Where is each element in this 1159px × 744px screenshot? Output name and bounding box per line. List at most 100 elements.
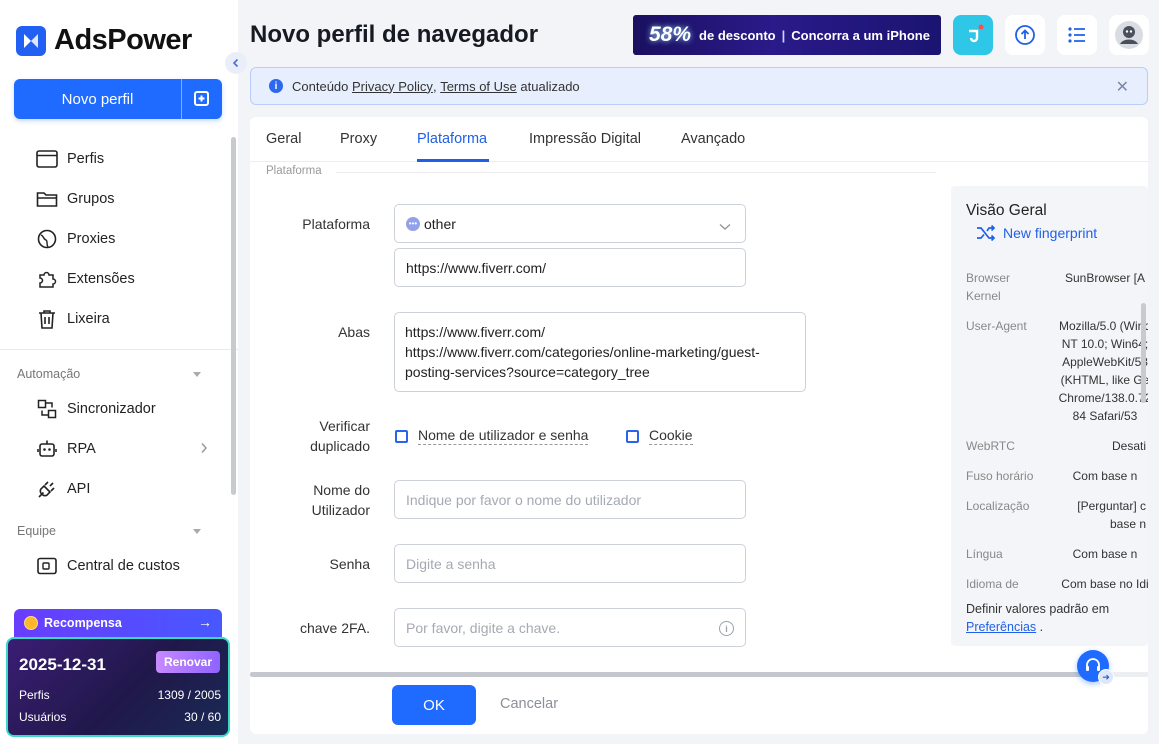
password-input[interactable]: Digite a senha	[394, 544, 746, 583]
plan-profiles-label: Perfis	[19, 688, 50, 702]
overview-key: Browser Kernel	[966, 271, 1011, 303]
new-profile-label[interactable]: Novo perfil	[14, 79, 181, 119]
support-button[interactable]: ➜	[1077, 650, 1114, 685]
twofa-input[interactable]: Por favor, digite a chave. i	[394, 608, 746, 647]
sidebar-item-proxies[interactable]: Proxies	[0, 219, 230, 259]
new-profile-add-icon[interactable]	[181, 79, 222, 119]
info-circle-icon[interactable]: i	[719, 621, 734, 636]
renew-button[interactable]: Renovar	[156, 651, 220, 673]
sidebar-item-grupos[interactable]: Grupos	[0, 179, 230, 219]
sidebar-item-label: RPA	[67, 441, 96, 457]
overview-scrollbar[interactable]	[1141, 303, 1146, 403]
user-avatar-button[interactable]	[1109, 15, 1149, 55]
shuffle-icon	[977, 225, 996, 241]
tab-proxy[interactable]: Proxy	[340, 131, 377, 147]
group-label: Plataforma	[266, 165, 322, 177]
wallet-icon	[36, 555, 58, 577]
overview-key: WebRTC	[966, 439, 1015, 453]
arrow-right-icon: →	[198, 614, 212, 630]
trash-icon	[36, 308, 58, 330]
checkbox-label: Cookie	[649, 427, 693, 445]
caret-down-icon	[193, 529, 201, 534]
duplicate-check-label-1: Verificar	[319, 418, 370, 434]
new-profile-button[interactable]: Novo perfil	[14, 79, 222, 119]
platform-url-input[interactable]: https://www.fiverr.com/	[394, 248, 746, 287]
sidebar-item-sincronizador[interactable]: Sincronizador	[0, 389, 230, 429]
promo-text-2: Concorra a um iPhone	[791, 27, 930, 43]
overview-panel: Visão Geral New fingerprint Browser Kern…	[951, 186, 1148, 646]
sidebar-item-perfis[interactable]: Perfis	[0, 139, 230, 179]
sidebar-item-api[interactable]: API	[0, 469, 230, 509]
list-icon	[1068, 27, 1085, 43]
username-label-2: Utilizador	[311, 502, 370, 518]
avatar-icon	[1115, 21, 1143, 49]
dup-cookie-checkbox[interactable]: Cookie	[626, 427, 693, 445]
tab-geral[interactable]: Geral	[266, 131, 301, 147]
overview-value: Com base n	[1072, 547, 1138, 561]
terms-of-use-link[interactable]: Terms of Use	[440, 79, 517, 94]
tab-plataforma[interactable]: Plataforma	[417, 131, 487, 147]
checkbox-box[interactable]	[626, 429, 639, 443]
overview-footer: Definir valores padrão em Preferências .	[966, 600, 1109, 636]
chevron-right-icon	[200, 442, 208, 458]
notice-suffix: atualizado	[520, 78, 580, 94]
chevron-down-icon	[719, 218, 731, 234]
active-tab-indicator	[417, 159, 489, 162]
platform-select[interactable]: ••• other	[394, 204, 746, 243]
close-icon[interactable]: ✕	[1116, 77, 1129, 97]
promo-text-1: de desconto	[699, 27, 776, 43]
section-equipe[interactable]: Equipe	[0, 516, 230, 546]
sync-icon	[36, 398, 58, 420]
automation-nav: Automação Sincronizador RPA API	[0, 359, 230, 509]
sidebar-item-rpa[interactable]: RPA	[0, 429, 230, 469]
password-label: Senha	[329, 556, 370, 572]
sidebar-item-extensoes[interactable]: Extensões	[0, 259, 230, 299]
section-automacao[interactable]: Automação	[0, 359, 230, 389]
overview-value: Mozilla/5.0 (Wind NT 10.0; Win64; AppleW…	[1058, 319, 1148, 423]
folder-icon	[36, 188, 58, 210]
promo-percent: 58%	[649, 23, 692, 46]
team-nav: Equipe Central de custos	[0, 516, 230, 586]
tab-avancado[interactable]: Avançado	[681, 131, 745, 147]
browser-window-icon	[36, 148, 58, 170]
plug-icon	[36, 478, 58, 500]
sidebar-item-lixeira[interactable]: Lixeira	[0, 299, 230, 339]
promo-banner[interactable]: 58% de desconto | Concorra a um iPhone	[633, 15, 941, 55]
upload-button[interactable]	[1005, 15, 1045, 55]
group-divider	[336, 172, 936, 173]
tab-impressao-digital[interactable]: Impressão Digital	[529, 131, 641, 147]
new-fingerprint-label: New fingerprint	[1003, 225, 1098, 241]
horizontal-scroll-thumb[interactable]	[250, 672, 1090, 677]
task-list-button[interactable]	[1057, 15, 1097, 55]
collapse-sidebar-button[interactable]	[225, 52, 247, 74]
page-title: Novo perfil de navegador	[250, 21, 539, 48]
cancel-button[interactable]: Cancelar	[500, 696, 558, 712]
dup-username-password-checkbox[interactable]: Nome de utilizador e senha	[395, 427, 589, 445]
ok-button[interactable]: OK	[392, 685, 476, 725]
profile-editor-card: Geral Proxy Plataforma Impressão Digital…	[250, 117, 1148, 734]
plan-card: 2025-12-31 Renovar Perfis 1309 / 2005 Us…	[6, 637, 230, 737]
overview-value: Com base no Idi	[1061, 577, 1148, 591]
overview-key: Língua	[966, 547, 1003, 561]
tabs-textarea[interactable]: https://www.fiverr.com/ https://www.five…	[394, 312, 806, 392]
platform-select-value: other	[424, 215, 456, 232]
upload-sync-icon	[1015, 25, 1035, 45]
refresh-app-button[interactable]	[953, 15, 993, 55]
privacy-policy-link[interactable]: Privacy Policy	[352, 79, 433, 94]
overview-footer-text: Definir valores padrão em	[966, 602, 1110, 616]
sidebar-scrollbar[interactable]	[231, 137, 236, 495]
platform-other-icon: •••	[406, 216, 420, 231]
reward-banner[interactable]: Recompensa →	[14, 609, 222, 637]
preferences-link[interactable]: Preferências	[966, 620, 1036, 634]
coin-icon	[24, 616, 38, 630]
new-fingerprint-button[interactable]: New fingerprint	[976, 225, 1097, 241]
section-title: Equipe	[17, 524, 56, 538]
checkbox-box[interactable]	[395, 429, 408, 443]
sidebar-item-central-de-custos[interactable]: Central de custos	[0, 546, 230, 586]
overview-value: [Perguntar] c base n	[1077, 499, 1146, 531]
duplicate-check-label-2: duplicado	[310, 438, 370, 454]
username-input[interactable]: Indique por favor o nome do utilizador	[394, 480, 746, 519]
overview-title: Visão Geral	[966, 202, 1047, 219]
username-label: Nome do Utilizador	[250, 480, 370, 520]
app-refresh-icon	[963, 24, 984, 45]
